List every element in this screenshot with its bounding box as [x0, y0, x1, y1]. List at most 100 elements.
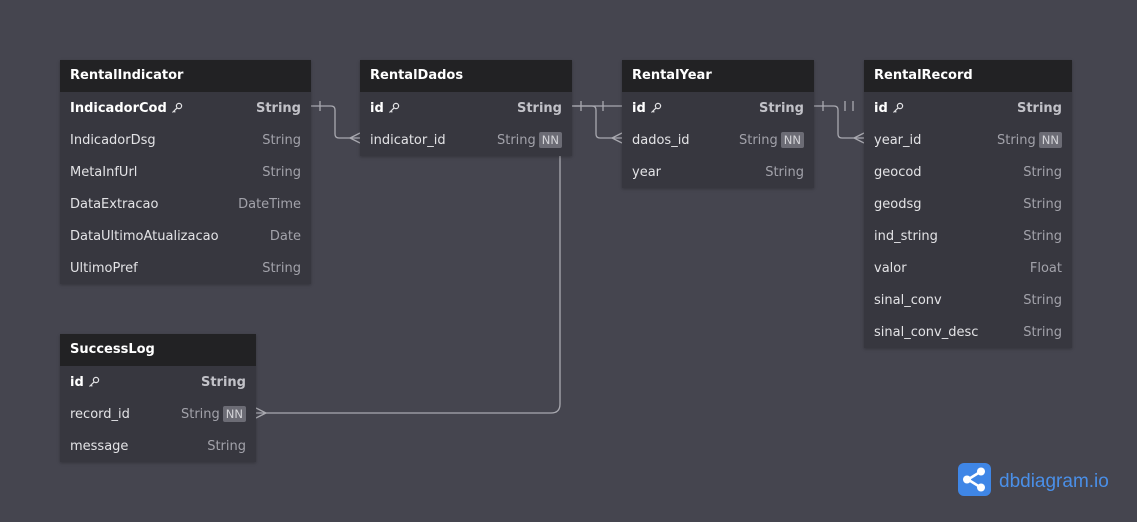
field-type: String — [180, 406, 220, 422]
field-type: String — [1016, 100, 1062, 116]
not-null-badge: NN — [222, 406, 246, 422]
field-type: String — [255, 100, 301, 116]
field-type: String — [996, 132, 1036, 148]
field-name: DataExtracao — [70, 196, 159, 212]
field-type: String — [200, 374, 246, 390]
field-row[interactable]: id String — [60, 366, 256, 398]
field-type: String — [207, 438, 246, 454]
field-type: String — [1023, 196, 1062, 212]
table-rental-record[interactable]: RentalRecord id String year_id String NN… — [864, 60, 1072, 348]
field-name: id — [874, 100, 888, 116]
field-type: String — [738, 132, 778, 148]
field-row[interactable]: year_id String NN — [864, 124, 1072, 156]
field-name-cell: IndicadorCod — [70, 101, 183, 116]
field-type-cell: String NN — [739, 132, 804, 148]
key-icon — [892, 102, 904, 114]
relation-indicator-dados[interactable] — [311, 105, 360, 139]
field-type: String — [1023, 164, 1062, 180]
field-type: String — [262, 260, 301, 276]
field-name: UltimoPref — [70, 260, 138, 276]
field-row[interactable]: id String — [864, 92, 1072, 124]
field-row[interactable]: geocod String — [864, 156, 1072, 188]
field-name-cell: id — [70, 375, 100, 390]
field-type-cell: String NN — [497, 132, 562, 148]
field-type-cell: String NN — [181, 406, 246, 422]
not-null-badge: NN — [780, 132, 804, 148]
field-row[interactable]: record_id String NN — [60, 398, 256, 430]
field-row[interactable]: sinal_conv String — [864, 284, 1072, 316]
field-type: String — [1023, 292, 1062, 308]
field-name: sinal_conv — [874, 292, 942, 308]
field-name-cell: id — [632, 101, 662, 116]
field-name: ind_string — [874, 228, 938, 244]
not-null-badge: NN — [538, 132, 562, 148]
brand-name: dbdiagram.io — [999, 470, 1109, 492]
field-row[interactable]: geodsg String — [864, 188, 1072, 220]
share-nodes-icon — [958, 463, 991, 500]
table-header[interactable]: RentalYear — [622, 60, 814, 92]
relation-dados-year[interactable] — [572, 105, 622, 139]
field-type: String — [1023, 228, 1062, 244]
field-name: DataUltimoAtualizacao — [70, 228, 219, 244]
field-row[interactable]: dados_id String NN — [622, 124, 814, 156]
field-row[interactable]: sinal_conv_desc String — [864, 316, 1072, 348]
field-name: year_id — [874, 132, 922, 148]
field-name: id — [70, 374, 84, 390]
table-success-log[interactable]: SuccessLog id String record_id String NN… — [60, 334, 256, 462]
field-name: record_id — [70, 406, 130, 422]
field-name-cell: id — [370, 101, 400, 116]
field-type-cell: String NN — [997, 132, 1062, 148]
table-header[interactable]: RentalRecord — [864, 60, 1072, 92]
field-type: String — [496, 132, 536, 148]
field-name: dados_id — [632, 132, 690, 148]
field-type: String — [758, 100, 804, 116]
table-header[interactable]: RentalDados — [360, 60, 572, 92]
field-type: String — [1023, 324, 1062, 340]
field-type: String — [262, 132, 301, 148]
field-row[interactable]: valor Float — [864, 252, 1072, 284]
field-row[interactable]: IndicadorCod String — [60, 92, 311, 124]
field-name: id — [632, 100, 646, 116]
relation-year-record[interactable] — [814, 105, 864, 139]
field-name: IndicadorCod — [70, 100, 167, 116]
field-name: geocod — [874, 164, 922, 180]
key-icon — [388, 102, 400, 114]
field-type: DateTime — [238, 196, 301, 212]
field-name: valor — [874, 260, 907, 276]
field-row[interactable]: MetaInfUrl String — [60, 156, 311, 188]
field-name: MetaInfUrl — [70, 164, 138, 180]
field-name: IndicadorDsg — [70, 132, 156, 148]
field-row[interactable]: id String — [360, 92, 572, 124]
field-row[interactable]: indicator_id String NN — [360, 124, 572, 156]
field-row[interactable]: year String — [622, 156, 814, 188]
field-type: String — [765, 164, 804, 180]
field-row[interactable]: message String — [60, 430, 256, 462]
key-icon — [88, 376, 100, 388]
not-null-badge: NN — [1038, 132, 1062, 148]
key-icon — [650, 102, 662, 114]
field-name: year — [632, 164, 662, 180]
field-name: message — [70, 438, 129, 454]
field-row[interactable]: UltimoPref String — [60, 252, 311, 284]
table-rental-indicator[interactable]: RentalIndicator IndicadorCod String Indi… — [60, 60, 311, 284]
field-type: Date — [269, 228, 301, 244]
field-name: geodsg — [874, 196, 922, 212]
field-name-cell: id — [874, 101, 904, 116]
table-rental-year[interactable]: RentalYear id String dados_id String NN … — [622, 60, 814, 188]
table-header[interactable]: RentalIndicator — [60, 60, 311, 92]
field-name: id — [370, 100, 384, 116]
brand-logo[interactable]: dbdiagram.io — [958, 463, 1109, 500]
field-row[interactable]: ind_string String — [864, 220, 1072, 252]
field-row[interactable]: id String — [622, 92, 814, 124]
field-name: sinal_conv_desc — [874, 324, 979, 340]
key-icon — [171, 102, 183, 114]
field-row[interactable]: IndicadorDsg String — [60, 124, 311, 156]
table-rental-dados[interactable]: RentalDados id String indicator_id Strin… — [360, 60, 572, 156]
field-row[interactable]: DataExtracao DateTime — [60, 188, 311, 220]
field-type: Float — [1029, 260, 1062, 276]
field-type: String — [262, 164, 301, 180]
field-type: String — [516, 100, 562, 116]
field-name: indicator_id — [370, 132, 446, 148]
table-header[interactable]: SuccessLog — [60, 334, 256, 366]
field-row[interactable]: DataUltimoAtualizacao Date — [60, 220, 311, 252]
